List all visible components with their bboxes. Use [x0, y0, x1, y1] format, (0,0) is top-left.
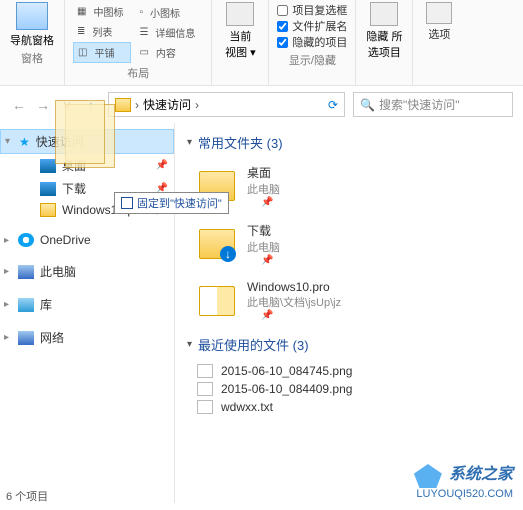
- folder-item-desktop[interactable]: 桌面 此电脑 📌: [187, 160, 511, 218]
- search-input[interactable]: 🔍 搜索"快速访问": [353, 92, 513, 117]
- nav-up-button[interactable]: ↑: [82, 96, 100, 114]
- section-frequent-folders[interactable]: 常用文件夹 (3): [187, 133, 511, 152]
- ribbon-group-pane: 导航窗格 窗格: [0, 0, 65, 85]
- current-view-icon: [226, 2, 254, 26]
- nav-pane-icon: [16, 2, 48, 30]
- downloads-icon: [40, 182, 56, 196]
- ribbon-group-layout: ▦ 中图标 ≣ 列表 ◫ 平铺 ▫ 小图标 ☰ 详细信息 ▭ 内容 布局: [65, 0, 212, 85]
- group-title-layout: 布局: [73, 65, 203, 81]
- group-title-showhide: 显示/隐藏: [277, 52, 347, 68]
- pin-icon: 📌: [156, 160, 168, 171]
- breadcrumb[interactable]: › 快速访问 › ⟳: [108, 92, 345, 117]
- address-bar-row: ← → ˅ ↑ › 快速访问 › ⟳ 🔍 搜索"快速访问": [0, 86, 523, 123]
- check-file-extensions[interactable]: 文件扩展名: [277, 18, 347, 34]
- sidebar-item-this-pc[interactable]: ▸ 此电脑: [0, 260, 174, 283]
- search-placeholder: 搜索"快速访问": [379, 96, 460, 113]
- chevron-down-icon: ▾: [5, 136, 10, 147]
- refresh-button[interactable]: ⟳: [328, 98, 338, 112]
- chevron-right-icon: ▸: [4, 235, 9, 246]
- ribbon: 导航窗格 窗格 ▦ 中图标 ≣ 列表 ◫ 平铺 ▫ 小图标 ☰ 详细信息 ▭ 内…: [0, 0, 523, 86]
- breadcrumb-folder-icon: [115, 98, 131, 112]
- drag-tooltip: 固定到"快速访问": [114, 192, 229, 214]
- image-file-icon: [197, 382, 213, 396]
- status-bar: 6 个项目: [6, 488, 48, 504]
- folder-icon: [40, 203, 56, 217]
- chevron-right-icon: ▸: [4, 266, 9, 277]
- group-title-pane: 窗格: [8, 50, 56, 66]
- nav-forward-button: →: [34, 96, 52, 114]
- text-file-icon: [197, 400, 213, 414]
- file-item[interactable]: 2015-06-10_084409.png: [187, 380, 511, 398]
- folder-item-win10pro[interactable]: Windows10.pro 此电脑\文档\jsUp\jz 📌: [187, 276, 511, 331]
- pin-icon: 📌: [261, 310, 341, 321]
- pin-icon: 📌: [261, 255, 280, 266]
- layout-mid-icons[interactable]: ▦ 中图标: [73, 2, 131, 21]
- nav-pane-label: 导航窗格: [10, 35, 54, 47]
- hide-selected-button[interactable]: 隐藏 所选项目: [364, 2, 404, 60]
- options-button[interactable]: 选项: [421, 2, 457, 42]
- nav-history-button[interactable]: ˅: [58, 96, 76, 114]
- breadcrumb-root[interactable]: 快速访问: [143, 96, 191, 113]
- layout-content[interactable]: ▭ 内容: [135, 43, 203, 62]
- sidebar-item-network[interactable]: ▸ 网络: [0, 326, 174, 349]
- ribbon-group-current-view: 当前视图 ▾: [212, 0, 269, 85]
- sidebar-item-libraries[interactable]: ▸ 库: [0, 293, 174, 316]
- layout-tile[interactable]: ◫ 平铺: [73, 42, 131, 63]
- onedrive-icon: [18, 233, 34, 247]
- layout-small-icons[interactable]: ▫ 小图标: [135, 3, 203, 22]
- check-item-checkboxes[interactable]: 项目复选框: [277, 2, 347, 18]
- network-icon: [18, 331, 34, 345]
- search-icon: 🔍: [360, 98, 375, 112]
- image-file-icon: [197, 364, 213, 378]
- content-area: 常用文件夹 (3) 桌面 此电脑 📌 下载 此电脑 📌 Windows10.pr…: [175, 123, 523, 503]
- quick-access-icon: ★: [19, 135, 30, 149]
- ribbon-group-show-hide: 项目复选框 文件扩展名 隐藏的项目 显示/隐藏: [269, 0, 356, 85]
- layout-list[interactable]: ≣ 列表: [73, 22, 131, 41]
- layout-details[interactable]: ☰ 详细信息: [135, 23, 203, 42]
- pc-icon: [18, 265, 34, 279]
- chevron-right-icon: ▸: [4, 332, 9, 343]
- current-view-button[interactable]: 当前视图 ▾: [220, 2, 260, 60]
- hide-selected-icon: [370, 2, 398, 26]
- pin-icon: 📌: [261, 197, 280, 208]
- desktop-icon: [40, 159, 56, 173]
- section-recent-files[interactable]: 最近使用的文件 (3): [187, 335, 511, 354]
- sidebar-item-desktop[interactable]: 桌面📌: [0, 154, 174, 177]
- nav-back-button[interactable]: ←: [10, 96, 28, 114]
- libraries-icon: [18, 298, 34, 312]
- pin-link-icon: [121, 197, 133, 209]
- folder-item-downloads[interactable]: 下载 此电脑 📌: [187, 218, 511, 276]
- chevron-right-icon: ▸: [4, 299, 9, 310]
- sidebar-item-onedrive[interactable]: ▸ OneDrive: [0, 230, 174, 250]
- folder-icon: [199, 286, 235, 316]
- check-hidden-items[interactable]: 隐藏的项目: [277, 34, 347, 50]
- sidebar: ▾ ★ 快速访问 桌面📌 下载📌 Windows10.pro📌 ▸ OneDri…: [0, 123, 175, 503]
- nav-pane-button[interactable]: 导航窗格: [8, 2, 56, 48]
- file-item[interactable]: 2015-06-10_084745.png: [187, 362, 511, 380]
- file-item[interactable]: wdwxx.txt: [187, 398, 511, 416]
- downloads-folder-icon: [199, 229, 235, 259]
- ribbon-group-hide-selected: 隐藏 所选项目: [356, 0, 413, 85]
- sidebar-item-quick-access[interactable]: ▾ ★ 快速访问: [0, 129, 174, 154]
- ribbon-group-options: 选项: [413, 0, 465, 85]
- breadcrumb-chevron-icon: ›: [135, 98, 139, 112]
